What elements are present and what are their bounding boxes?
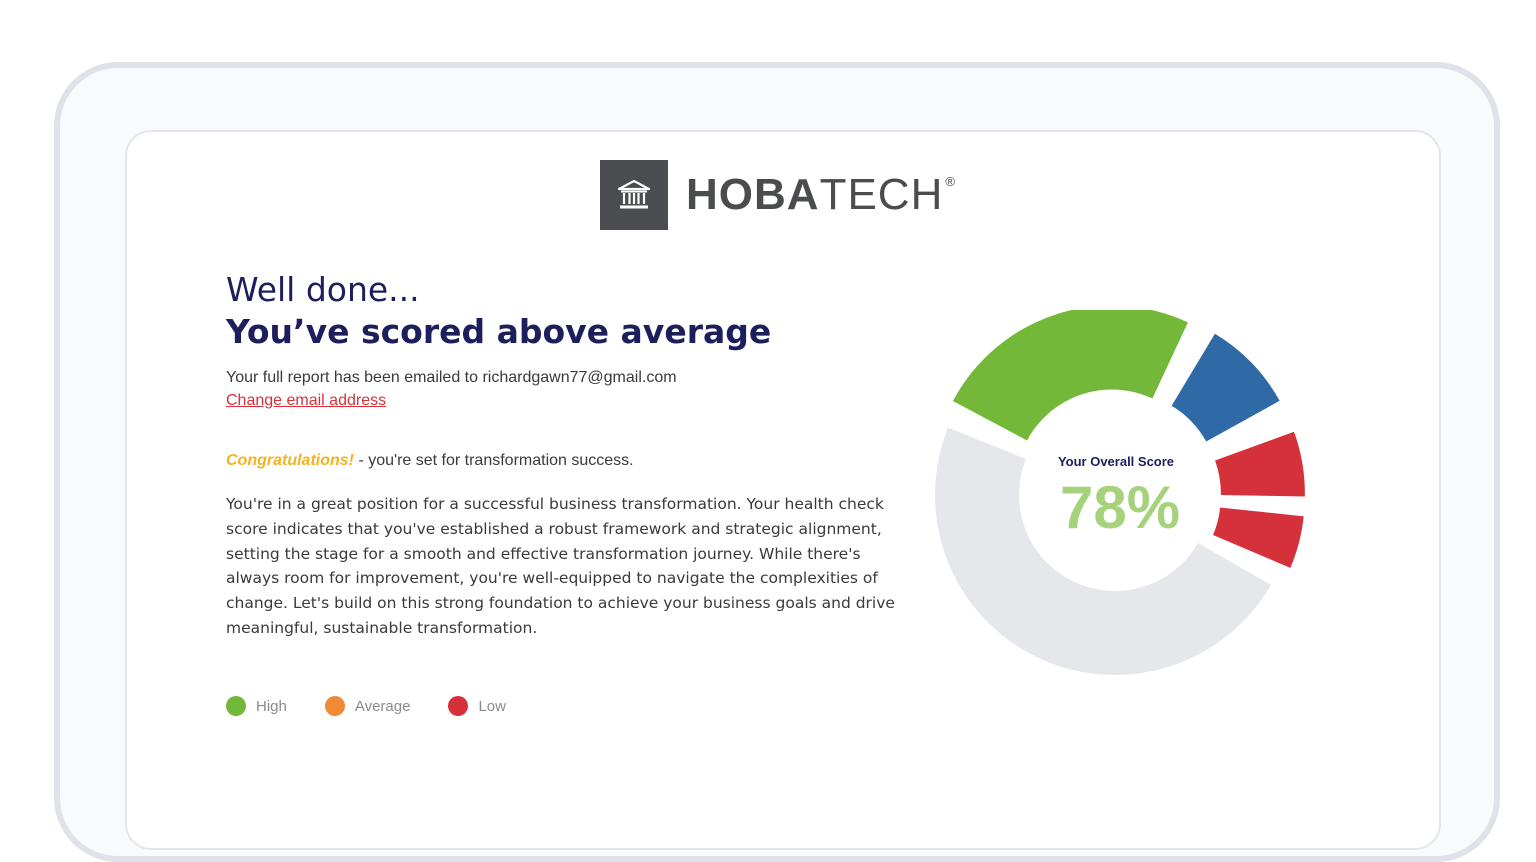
legend-label-high: High	[256, 697, 287, 715]
bank-icon	[600, 160, 668, 230]
legend-label-average: Average	[354, 697, 411, 715]
brand-name-bold: HOBA	[686, 170, 820, 219]
legend-dot-low	[448, 696, 469, 716]
brand-logo: HOBATECH ®	[600, 160, 956, 230]
donut-slice-1	[1171, 333, 1280, 442]
registered-mark: ®	[945, 174, 956, 189]
score-caption: Your Overall Score	[1058, 454, 1174, 469]
score-value: 78%	[1060, 474, 1180, 541]
score-donut-chart: Your Overall Score 78%	[935, 310, 1305, 675]
legend-label-low: Low	[478, 697, 506, 715]
brand-name-regular: TECH	[819, 170, 944, 219]
donut-slice-3	[1213, 507, 1304, 568]
legend-item-high: High	[226, 696, 287, 716]
score-legend: High Average Low	[226, 696, 544, 716]
donut-slice-0	[952, 310, 1188, 441]
legend-dot-high	[226, 696, 246, 716]
congrats-text: - you're set for transformation success.	[354, 452, 634, 469]
legend-dot-average	[324, 696, 345, 716]
heading-score-summary: You’ve scored above average	[226, 312, 772, 351]
change-email-link[interactable]: Change email address	[226, 392, 386, 410]
brand-name: HOBATECH ®	[686, 173, 956, 217]
legend-item-low: Low	[448, 696, 506, 716]
legend-item-average: Average	[324, 696, 411, 716]
congrats-emphasis: Congratulations!	[226, 452, 354, 469]
email-confirmation-text: Your full report has been emailed to ric…	[226, 369, 677, 386]
heading-well-done: Well done...	[226, 270, 420, 309]
result-description: You're in a great position for a success…	[226, 495, 895, 637]
congrats-line: Congratulations! - you're set for transf…	[226, 452, 634, 470]
donut-slice-2	[1215, 431, 1305, 497]
